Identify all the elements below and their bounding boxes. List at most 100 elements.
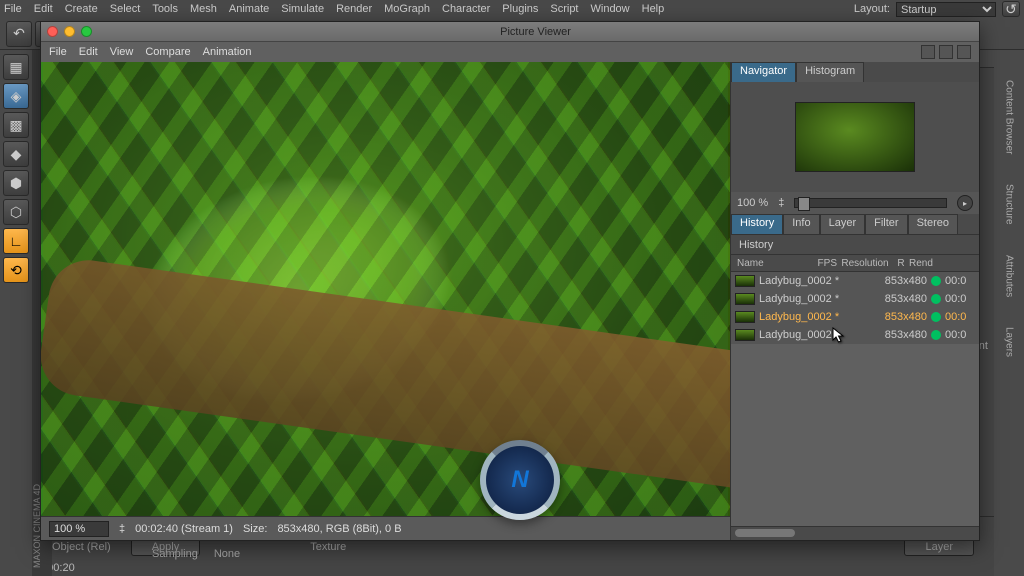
pv-zoom-stepper-icon[interactable]: ‡ — [119, 523, 125, 535]
pv-ab-compare-icon[interactable] — [921, 45, 935, 59]
history-hscrollbar[interactable] — [731, 526, 979, 540]
pv-statusbar: ‡ 00:02:40 (Stream 1) Size: 853x480, RGB… — [41, 516, 730, 540]
col-r[interactable]: R — [893, 258, 909, 269]
tab-layers[interactable]: Layers — [1004, 327, 1015, 357]
row-time: 00:0 — [945, 329, 975, 341]
tab-info[interactable]: Info — [783, 214, 819, 234]
pv-time: 00:02:40 (Stream 1) — [135, 523, 233, 535]
tab-content-browser[interactable]: Content Browser — [1004, 80, 1015, 154]
maximize-icon[interactable] — [81, 26, 92, 37]
menu-file[interactable]: File — [4, 3, 22, 15]
sampling-label: Sampling — [152, 548, 198, 560]
menu-mograph[interactable]: MoGraph — [384, 3, 430, 15]
nav-zoom-stepper-icon[interactable]: ‡ — [778, 197, 784, 209]
menu-script[interactable]: Script — [550, 3, 578, 15]
row-status-icon — [931, 294, 941, 304]
menu-render[interactable]: Render — [336, 3, 372, 15]
row-status-icon — [931, 276, 941, 286]
right-tabs: Content Browser Structure Attributes Lay… — [994, 50, 1024, 576]
layout-reset-icon[interactable]: ↺ — [1002, 1, 1020, 17]
history-row[interactable]: Ladybug_0002 * 853x480 00:0 — [731, 326, 979, 344]
pv-fullscreen-icon[interactable] — [939, 45, 953, 59]
col-resolution[interactable]: Resolution — [837, 258, 893, 269]
pv-sidebar: Navigator Histogram 100 % ‡ ▸ History In… — [730, 62, 979, 540]
make-editable-icon[interactable]: ▦ — [3, 54, 29, 80]
pv-titlebar[interactable]: Picture Viewer — [41, 22, 979, 42]
pv-size: 853x480, RGB (8Bit), 0 B — [277, 523, 401, 535]
nav-play-icon[interactable]: ▸ — [957, 195, 973, 211]
minimize-icon[interactable] — [64, 26, 75, 37]
row-status-icon — [931, 330, 941, 340]
col-rend[interactable]: Rend — [909, 258, 939, 269]
tab-attributes[interactable]: Attributes — [1004, 255, 1015, 297]
row-resolution: 853x480 — [875, 293, 927, 305]
workplane-icon[interactable]: ◆ — [3, 141, 29, 167]
model-mode-icon[interactable]: ◈ — [3, 83, 29, 109]
pv-menu-compare[interactable]: Compare — [145, 46, 190, 58]
pv-dock-icon[interactable] — [957, 45, 971, 59]
col-fps[interactable]: FPS — [811, 258, 837, 269]
tab-layer[interactable]: Layer — [820, 214, 866, 234]
pv-zoom-input[interactable] — [49, 521, 109, 537]
texture-label: Texture — [310, 541, 346, 553]
row-resolution: 853x480 — [875, 329, 927, 341]
history-row[interactable]: Ladybug_0002 *853x48000:0 — [731, 308, 979, 326]
pv-menu-view[interactable]: View — [110, 46, 134, 58]
menu-help[interactable]: Help — [642, 3, 665, 15]
row-name: Ladybug_0002 * — [759, 329, 847, 341]
navigator-thumbnail[interactable] — [731, 82, 979, 192]
menu-create[interactable]: Create — [65, 3, 98, 15]
history-columns: Name FPS Resolution R Rend — [731, 254, 979, 272]
pv-menu-animation[interactable]: Animation — [203, 46, 252, 58]
row-thumbnail-icon — [735, 311, 755, 323]
nav-zoom-value: 100 % — [737, 197, 768, 209]
object-rel-label: Object (Rel) — [52, 541, 111, 553]
sampling-none: None — [214, 548, 240, 560]
undo-icon[interactable]: ↶ — [6, 21, 32, 47]
row-time: 00:0 — [945, 293, 975, 305]
texture-mode-icon[interactable]: ▩ — [3, 112, 29, 138]
menu-edit[interactable]: Edit — [34, 3, 53, 15]
row-name: Ladybug_0002 * — [759, 293, 847, 305]
tab-histogram[interactable]: Histogram — [796, 62, 864, 82]
pv-menu-file[interactable]: File — [49, 46, 67, 58]
nav-zoom-slider[interactable] — [794, 198, 947, 208]
tab-history[interactable]: History — [731, 214, 783, 234]
left-toolbar: ▦ ◈ ▩ ◆ ⬢ ⬡ ∟ ⟲ — [0, 50, 32, 576]
pv-title: Picture Viewer — [98, 26, 973, 38]
tab-filter[interactable]: Filter — [865, 214, 907, 234]
row-thumbnail-icon — [735, 275, 755, 287]
axis-icon[interactable]: ∟ — [3, 228, 29, 254]
edge-mode-icon[interactable]: ⬡ — [3, 199, 29, 225]
history-row[interactable]: Ladybug_0002 *853x48000:0 — [731, 272, 979, 290]
row-thumbnail-icon — [735, 329, 755, 341]
menu-select[interactable]: Select — [110, 3, 141, 15]
pv-viewport: ‡ 00:02:40 (Stream 1) Size: 853x480, RGB… — [41, 62, 730, 540]
layout-select[interactable]: Startup — [896, 2, 996, 17]
history-row[interactable]: Ladybug_0002 * 853x480 00:0 — [731, 290, 979, 308]
close-icon[interactable] — [47, 26, 58, 37]
pv-menu-edit[interactable]: Edit — [79, 46, 98, 58]
menu-animate[interactable]: Animate — [229, 3, 269, 15]
tab-structure[interactable]: Structure — [1004, 184, 1015, 225]
menu-tools[interactable]: Tools — [152, 3, 178, 15]
col-name[interactable]: Name — [731, 258, 811, 269]
point-mode-icon[interactable]: ⬢ — [3, 170, 29, 196]
menu-plugins[interactable]: Plugins — [502, 3, 538, 15]
history-rows: Ladybug_0002 * 853x480 00:0 Ladybug_0002 * 8… — [731, 272, 979, 344]
menu-simulate[interactable]: Simulate — [281, 3, 324, 15]
row-status-icon — [931, 312, 941, 322]
row-time: 00:0 — [945, 275, 975, 287]
main-menubar: File Edit Create Select Tools Mesh Anima… — [0, 0, 1024, 18]
row-resolution: 853x480 — [875, 275, 927, 287]
render-image[interactable] — [41, 62, 730, 516]
menu-window[interactable]: Window — [591, 3, 630, 15]
menu-character[interactable]: Character — [442, 3, 490, 15]
pv-menubar: File Edit View Compare Animation — [41, 42, 979, 62]
tab-navigator[interactable]: Navigator — [731, 62, 796, 82]
snap-icon[interactable]: ⟲ — [3, 257, 29, 283]
tab-stereo[interactable]: Stereo — [908, 214, 958, 234]
menu-mesh[interactable]: Mesh — [190, 3, 217, 15]
history-header: History — [731, 234, 979, 254]
row-thumbnail-icon — [735, 293, 755, 305]
